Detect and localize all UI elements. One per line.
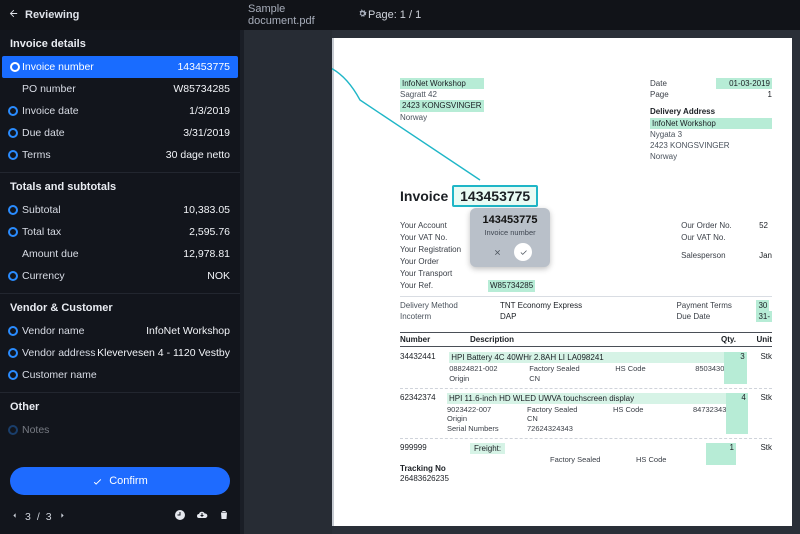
deliv-addr-label: Delivery Address bbox=[650, 106, 772, 117]
field-marker-icon bbox=[8, 370, 18, 380]
line-items-body: 34432441 HPI Battery 4C 40WHr 2.8AH LI L… bbox=[400, 350, 772, 467]
tracking: Tracking No 26483626235 bbox=[400, 464, 449, 485]
field-subtotal[interactable]: Subtotal 10,383.05 bbox=[0, 199, 240, 221]
field-label: Customer name bbox=[22, 369, 97, 381]
field-label: Terms bbox=[22, 149, 51, 161]
document-viewer[interactable]: InfoNet Workshop Sagratt 42 2423 KONGSVI… bbox=[244, 30, 800, 534]
sidebar-pager: 3 / 3 bbox=[10, 511, 67, 523]
field-label: Amount due bbox=[22, 248, 79, 260]
field-label: Invoice number bbox=[22, 61, 94, 73]
field-label: Subtotal bbox=[22, 204, 61, 216]
pager-total: 3 bbox=[46, 511, 52, 523]
mode-title: Reviewing bbox=[25, 9, 79, 21]
connector-line bbox=[332, 30, 560, 230]
field-label: Due date bbox=[22, 127, 65, 139]
field-customer-name[interactable]: Customer name bbox=[0, 364, 240, 386]
field-value: NOK bbox=[207, 270, 230, 282]
field-marker-icon bbox=[8, 227, 18, 237]
viewer-gutter bbox=[244, 30, 332, 534]
annotation-bubble: 143453775 Invoice number bbox=[470, 208, 550, 267]
field-label: Currency bbox=[22, 270, 65, 282]
field-marker-icon bbox=[8, 271, 18, 281]
field-marker-icon bbox=[10, 62, 20, 72]
field-label: Vendor address bbox=[22, 347, 96, 359]
field-value: 30 dage netto bbox=[166, 149, 230, 161]
field-value: 2,595.76 bbox=[189, 226, 230, 238]
section-invoice-details: Invoice details bbox=[0, 30, 240, 56]
pager-current: 3 bbox=[25, 511, 31, 523]
page-label: Page bbox=[650, 89, 702, 100]
line-item: 999999 Freight: Factory Sealed HS Code 1… bbox=[400, 441, 772, 467]
page-indicator: Page: 1 / 1 bbox=[368, 9, 448, 21]
field-value: 143453775 bbox=[177, 61, 230, 73]
field-terms[interactable]: Terms 30 dage netto bbox=[0, 144, 240, 166]
document-name[interactable]: Sample document.pdf bbox=[248, 3, 351, 27]
deliv-country: Norway bbox=[650, 151, 772, 162]
section-other: Other bbox=[0, 393, 240, 419]
field-notes[interactable]: Notes bbox=[0, 419, 240, 441]
field-marker-icon bbox=[8, 326, 18, 336]
page-value: 1 bbox=[716, 89, 772, 100]
field-due-date[interactable]: Due date 3/31/2019 bbox=[0, 122, 240, 144]
bubble-label: Invoice number bbox=[476, 228, 544, 237]
field-label: Notes bbox=[22, 424, 49, 436]
field-amount-due[interactable]: Amount due 12,978.81 bbox=[0, 243, 240, 265]
field-invoice-date[interactable]: Invoice date 1/3/2019 bbox=[0, 100, 240, 122]
bubble-value: 143453775 bbox=[476, 214, 544, 226]
date-label: Date bbox=[650, 78, 702, 89]
trash-icon[interactable] bbox=[218, 509, 230, 524]
deliv-street: Nygata 3 bbox=[650, 129, 772, 140]
deliv-company: InfoNet Workshop bbox=[650, 118, 772, 129]
check-icon bbox=[519, 248, 528, 257]
field-marker-icon bbox=[8, 150, 18, 160]
confirm-button[interactable]: Confirm bbox=[10, 467, 230, 495]
sidebar: Invoice details Invoice number 143453775… bbox=[0, 30, 240, 534]
field-po-number[interactable]: PO number W85734285 bbox=[0, 78, 240, 100]
section-vendor: Vendor & Customer bbox=[0, 294, 240, 320]
field-value: W85734285 bbox=[173, 83, 230, 95]
field-total-tax[interactable]: Total tax 2,595.76 bbox=[0, 221, 240, 243]
date-value: 01-03-2019 bbox=[716, 78, 772, 89]
confirm-label: Confirm bbox=[109, 475, 148, 487]
field-value: InfoNet Workshop bbox=[146, 325, 230, 337]
sidebar-footer: 3 / 3 bbox=[0, 505, 240, 534]
section-totals: Totals and subtotals bbox=[0, 173, 240, 199]
field-value: 1/3/2019 bbox=[189, 105, 230, 117]
pager-next[interactable] bbox=[58, 511, 67, 523]
x-icon bbox=[493, 248, 502, 257]
topbar: Reviewing Sample document.pdf Page: 1 / … bbox=[0, 0, 800, 30]
field-value: 3/31/2019 bbox=[183, 127, 230, 139]
pager-sep: / bbox=[37, 511, 40, 523]
field-label: Vendor name bbox=[22, 325, 84, 337]
field-value: 12,978.81 bbox=[183, 248, 230, 260]
line-item: 62342374 HPI 11.6-inch HD WLED UWVA touc… bbox=[400, 391, 772, 436]
clock-icon[interactable] bbox=[174, 509, 186, 524]
line-item: 34432441 HPI Battery 4C 40WHr 2.8AH LI L… bbox=[400, 350, 772, 386]
field-marker-icon bbox=[8, 128, 18, 138]
field-currency[interactable]: Currency NOK bbox=[0, 265, 240, 287]
field-marker-icon bbox=[8, 106, 18, 116]
field-label: Total tax bbox=[22, 226, 61, 238]
field-value: 10,383.05 bbox=[183, 204, 230, 216]
bubble-accept-button[interactable] bbox=[514, 243, 532, 261]
back-icon[interactable] bbox=[8, 8, 19, 22]
field-marker-icon bbox=[8, 348, 18, 358]
field-value: Klevervesen 4 - 1120 Vestby bbox=[97, 347, 230, 359]
field-invoice-number[interactable]: Invoice number 143453775 bbox=[2, 56, 238, 78]
deliv-city: 2423 KONGSVINGER bbox=[650, 140, 772, 151]
field-vendor-name[interactable]: Vendor name InfoNet Workshop bbox=[0, 320, 240, 342]
field-marker-icon bbox=[8, 205, 18, 215]
bubble-reject-button[interactable] bbox=[488, 243, 506, 261]
gear-icon[interactable] bbox=[357, 8, 368, 22]
line-items-header: Number Description Qty. Unit bbox=[400, 332, 772, 347]
field-vendor-address[interactable]: Vendor address Klevervesen 4 - 1120 Vest… bbox=[0, 342, 240, 364]
field-label: PO number bbox=[22, 83, 76, 95]
check-icon bbox=[92, 476, 103, 487]
cloud-download-icon[interactable] bbox=[196, 509, 208, 524]
field-label: Invoice date bbox=[22, 105, 79, 117]
field-marker-icon bbox=[8, 425, 18, 435]
pager-prev[interactable] bbox=[10, 511, 19, 523]
